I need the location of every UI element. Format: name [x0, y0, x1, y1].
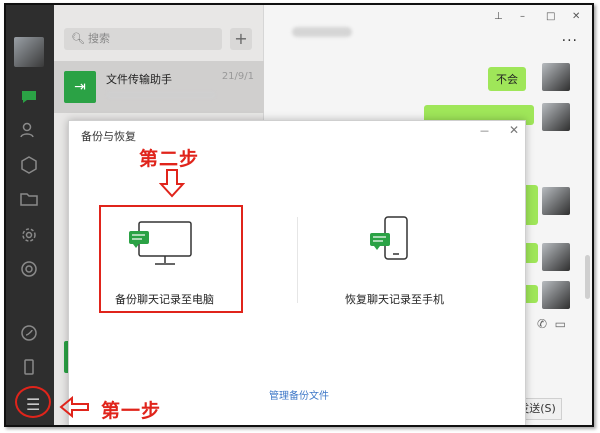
message-bubble: 不会 — [488, 67, 526, 91]
settings-gear-icon[interactable] — [18, 225, 40, 247]
more-icon[interactable]: ··· — [562, 33, 578, 49]
video-call-icon[interactable]: ▭ — [555, 317, 566, 331]
phone-call-icon[interactable]: ✆ — [537, 317, 547, 331]
favorites-icon[interactable] — [18, 155, 40, 177]
arrow-left-icon — [59, 396, 89, 418]
pin-icon[interactable]: ⊥ — [494, 11, 503, 22]
dialog-minimize-button[interactable]: － — [479, 123, 490, 139]
annotation-step2: 第二步 — [139, 148, 200, 170]
annotation-step1: 第一步 — [101, 400, 162, 422]
dialog-close-button[interactable]: ✕ — [509, 123, 519, 137]
avatar — [542, 63, 570, 91]
manage-backup-link[interactable]: 管理备份文件 — [269, 387, 329, 402]
divider — [297, 217, 298, 303]
sidebar: ☰ — [6, 5, 54, 425]
search-input[interactable]: 🔍︎ 搜索 — [64, 28, 222, 50]
dialog-title: 备份与恢复 — [81, 130, 136, 143]
app-window: ☰ 🔍︎ 搜索 + ⇥ 文件传输助手 21/9/1 ⊥ – □ ✕ ··· 不会 — [4, 3, 594, 427]
files-icon[interactable] — [18, 189, 40, 211]
close-icon[interactable]: ✕ — [572, 11, 580, 22]
chat-preview-blurred — [106, 91, 216, 99]
avatar — [542, 243, 570, 271]
highlight-box — [99, 205, 243, 313]
arrow-down-icon — [159, 169, 185, 198]
phone-icon[interactable] — [18, 357, 40, 379]
add-button[interactable]: + — [230, 28, 252, 50]
smartphone-icon[interactable] — [365, 215, 415, 269]
scrollbar[interactable] — [585, 255, 590, 299]
maximize-icon[interactable]: □ — [546, 11, 555, 22]
file-transfer-icon: ⇥ — [64, 71, 96, 103]
avatar[interactable] — [14, 37, 44, 67]
mini-program-icon[interactable] — [18, 323, 40, 345]
contacts-icon[interactable] — [18, 120, 40, 142]
call-tools[interactable]: ✆ ▭ — [537, 317, 566, 331]
chat-date: 21/9/1 — [221, 71, 254, 82]
avatar — [542, 187, 570, 215]
avatar — [542, 281, 570, 309]
search-icon: 🔍︎ — [71, 32, 85, 45]
chat-name: 文件传输助手 — [106, 73, 172, 86]
chat-icon[interactable] — [18, 87, 40, 109]
minimize-icon[interactable]: – — [520, 11, 525, 22]
moments-icon[interactable] — [18, 259, 40, 281]
restore-to-phone-button[interactable]: 恢复聊天记录至手机 — [345, 291, 444, 307]
list-item[interactable]: ⇥ 文件传输助手 21/9/1 — [54, 61, 264, 113]
search-placeholder: 搜索 — [88, 32, 110, 45]
highlight-circle — [15, 386, 51, 418]
chat-title-blurred — [292, 27, 352, 37]
avatar — [542, 103, 570, 131]
